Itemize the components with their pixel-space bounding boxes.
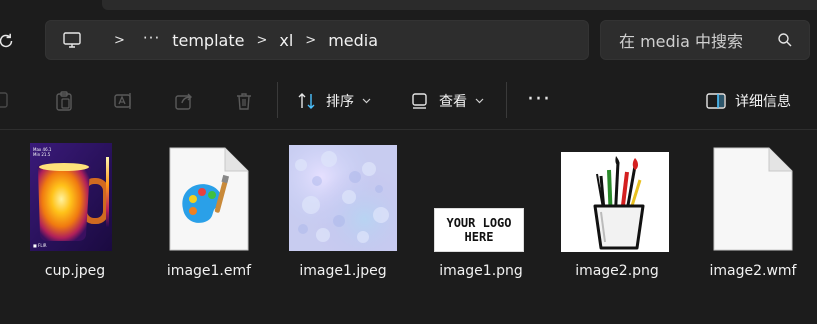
blank-document-icon [713, 147, 793, 251]
address-bar[interactable]: > ··· template > xl > media [45, 20, 589, 60]
tab-edge [102, 0, 817, 10]
file-item[interactable]: image1.jpeg [283, 131, 403, 324]
file-item[interactable]: image2.wmf [693, 131, 813, 324]
thermal-cup-thumbnail: Max 46.1 Min 21.5 ■ FLIR [30, 143, 112, 251]
sort-button[interactable]: 排序 [296, 88, 371, 114]
address-bar-row: > ··· template > xl > media 在 media 中搜索 [0, 12, 817, 70]
chevron-down-icon [475, 98, 484, 104]
sort-icon [298, 93, 315, 109]
file-item[interactable]: YOUR LOGO HERE image1.png [421, 131, 541, 324]
file-grid: Max 46.1 Min 21.5 ■ FLIR cup.jpeg image1… [0, 131, 817, 324]
delete-icon[interactable] [233, 90, 255, 112]
refresh-icon[interactable] [0, 31, 16, 51]
logo-text-line2: HERE [464, 230, 494, 244]
file-item[interactable]: image2.png [557, 131, 677, 324]
file-name: image1.png [439, 263, 523, 279]
art-supplies-thumbnail [561, 152, 669, 252]
details-label: 详细信息 [735, 94, 791, 110]
breadcrumb-more[interactable]: ··· [143, 29, 160, 47]
view-button[interactable]: 查看 [409, 88, 484, 114]
copy-icon[interactable] [0, 90, 14, 112]
breadcrumb-template[interactable]: template [172, 31, 244, 50]
texture-thumbnail [289, 145, 397, 251]
rename-icon[interactable] [113, 90, 135, 112]
breadcrumb-xl[interactable]: xl [279, 31, 293, 50]
svg-text:Min 21.5: Min 21.5 [33, 152, 51, 157]
sort-label: 排序 [326, 94, 354, 110]
toolbar-divider [506, 82, 507, 118]
share-icon[interactable] [173, 90, 195, 112]
search-icon[interactable] [777, 32, 793, 48]
file-name: image2.wmf [709, 263, 797, 279]
logo-text-line1: YOUR LOGO [446, 216, 512, 230]
chevron-right-icon[interactable]: > [256, 33, 267, 48]
search-input[interactable]: 在 media 中搜索 [619, 28, 777, 52]
chevron-right-icon[interactable]: > [114, 33, 125, 48]
command-bar: 排序 查看 ··· 详细信息 [0, 70, 817, 130]
file-name: image1.jpeg [299, 263, 387, 279]
chevron-down-icon [362, 98, 371, 104]
title-strip [0, 0, 817, 12]
toolbar-divider [277, 82, 278, 118]
file-item[interactable]: image1.emf [149, 131, 269, 324]
svg-text:■ FLIR: ■ FLIR [33, 243, 47, 248]
details-button[interactable]: 详细信息 [705, 88, 791, 114]
file-name: image1.emf [166, 263, 252, 279]
search-box[interactable]: 在 media 中搜索 [600, 20, 810, 60]
document-palette-icon [169, 147, 249, 251]
paste-icon[interactable] [53, 90, 75, 112]
view-label: 查看 [439, 94, 467, 110]
file-item[interactable]: Max 46.1 Min 21.5 ■ FLIR cup.jpeg [15, 131, 135, 324]
this-pc-icon[interactable] [62, 30, 82, 50]
file-name: cup.jpeg [44, 263, 106, 279]
file-name: image2.png [575, 263, 659, 279]
view-icon [412, 93, 427, 109]
details-pane-icon [706, 93, 726, 109]
breadcrumb-media[interactable]: media [328, 31, 378, 50]
logo-thumbnail: YOUR LOGO HERE [434, 208, 524, 252]
chevron-right-icon[interactable]: > [305, 33, 316, 48]
